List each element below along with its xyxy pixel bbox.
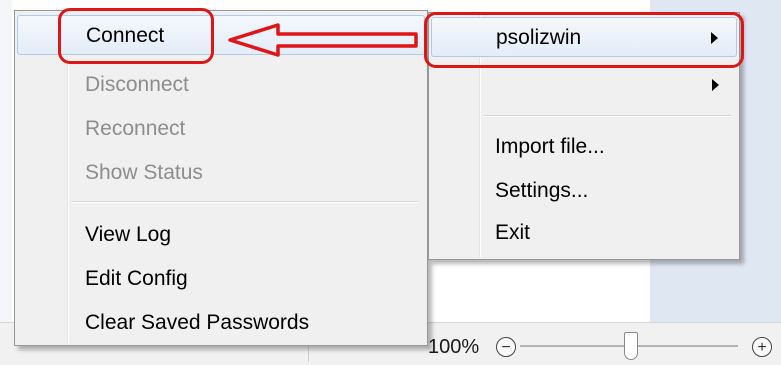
menu-item-clear-saved-passwords[interactable]: Clear Saved Passwords [17,303,425,343]
annotation-highlight-connect [58,8,214,64]
menu-item-label: Show Status [85,161,203,184]
menu-item-label: Clear Saved Passwords [85,311,310,334]
menu-item-label: Disconnect [85,73,189,96]
menu-item-settings[interactable]: Settings... [431,171,737,211]
menu-item-reconnect[interactable]: Reconnect [17,109,425,149]
menu-item-edit-config[interactable]: Edit Config [17,259,425,299]
left-arrow-icon [228,23,418,57]
menu-item-disconnect[interactable]: Disconnect [17,65,425,105]
background-window [0,0,12,324]
menu-item-label: Reconnect [85,117,186,140]
submenu-arrow-icon [712,79,719,91]
menu-item-label: View Log [85,223,172,246]
menu-item-label: Import file... [495,135,605,158]
plus-circle-icon[interactable]: + [752,337,772,357]
menu-item-label: Edit Config [85,267,188,290]
menu-item-view-log[interactable]: View Log [17,215,425,255]
menu-item-submenu-empty[interactable] [431,65,737,105]
menu-separator [483,115,731,117]
zoom-slider-thumb[interactable] [624,332,638,360]
minus-circle-icon[interactable]: − [496,337,516,357]
menu-item-label: Settings... [495,179,589,202]
zoom-level-label: 100% [428,336,480,358]
menu-item-show-status[interactable]: Show Status [17,153,425,193]
menu-item-label: Exit [495,221,531,244]
menu-item-exit[interactable]: Exit [431,213,737,253]
annotation-highlight-psolizwin [424,12,744,68]
menu-separator [71,201,419,203]
menu-item-import-file[interactable]: Import file... [431,127,737,167]
